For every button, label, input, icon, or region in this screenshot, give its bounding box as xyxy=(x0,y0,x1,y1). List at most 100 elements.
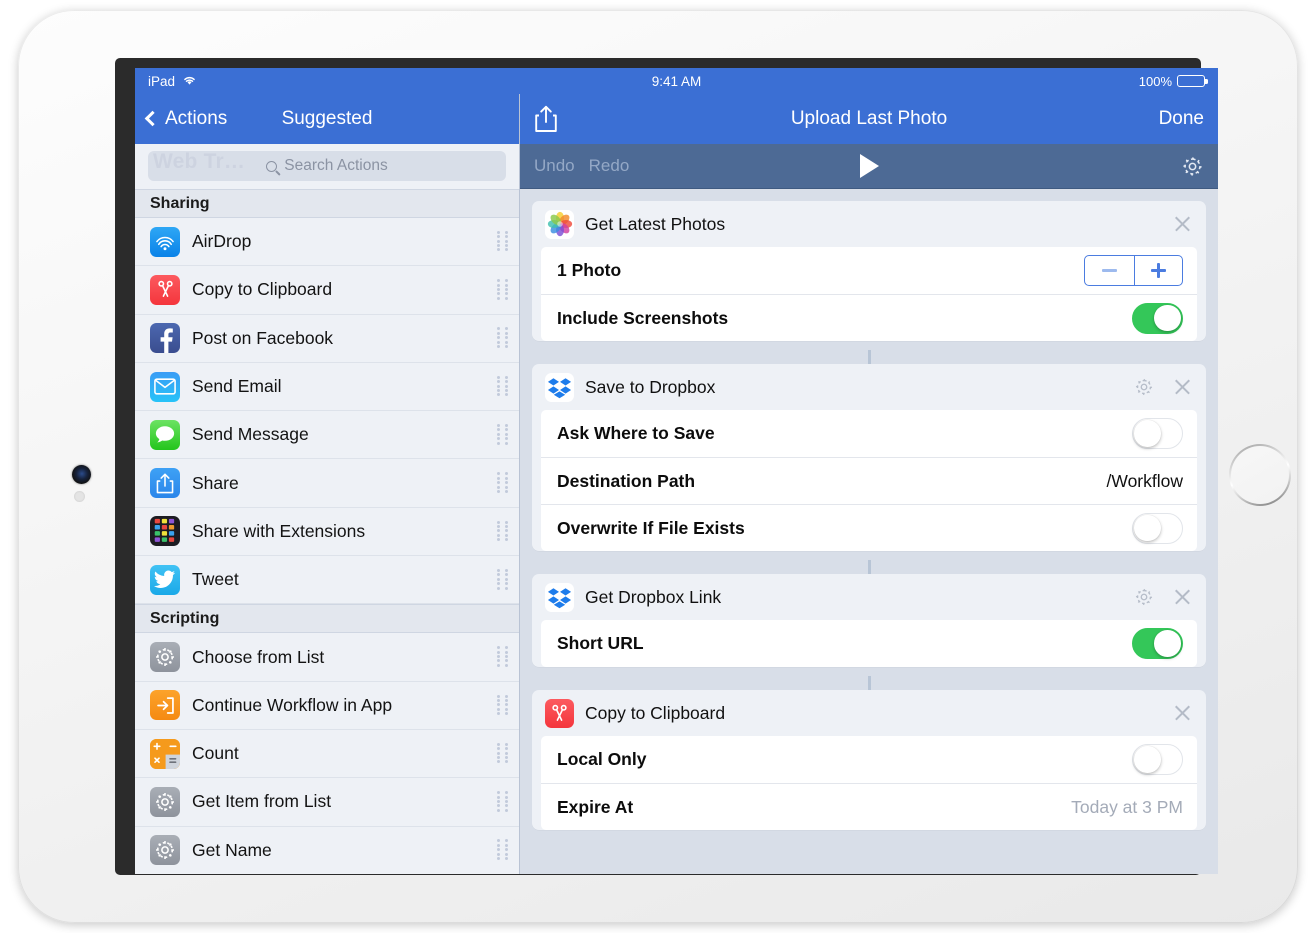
workflow-editor-pane: Upload Last Photo Done Undo Redo xyxy=(520,94,1218,874)
toggle-switch[interactable] xyxy=(1132,513,1183,544)
section-header-scripting: Scripting xyxy=(135,604,519,633)
extensions-grid-icon xyxy=(150,516,192,546)
undo-button[interactable]: Undo xyxy=(534,156,575,176)
battery-icon xyxy=(1177,75,1205,88)
airdrop-icon xyxy=(150,227,192,257)
action-row[interactable]: Post on Facebook xyxy=(135,315,519,363)
param-row[interactable]: Ask Where to Save xyxy=(541,410,1197,457)
sidebar-navbar: Actions Suggested xyxy=(135,94,519,144)
continue-arrow-icon xyxy=(150,690,192,720)
param-row[interactable]: Overwrite If File Exists xyxy=(541,504,1197,551)
workflow-card[interactable]: Get Dropbox LinkShort URL xyxy=(532,574,1206,667)
card-body: Ask Where to Save Destination Path/Workfl… xyxy=(541,410,1197,551)
gear-icon[interactable] xyxy=(1134,587,1154,607)
actions-list[interactable]: Sharing AirDrop Copy to Clipboard Post on F… xyxy=(135,189,519,874)
close-icon[interactable] xyxy=(1173,704,1192,723)
search-placeholder-label: Search Actions xyxy=(284,157,387,175)
workflow-cards-scroll[interactable]: Get Latest Photos1 Photo Include Screensh… xyxy=(520,189,1218,874)
status-bar-right: 100% xyxy=(1139,74,1205,89)
toggle-switch[interactable] xyxy=(1132,303,1183,334)
home-button[interactable] xyxy=(1229,444,1291,506)
action-label: Share xyxy=(192,473,496,494)
toggle-switch[interactable] xyxy=(1132,744,1183,775)
action-row[interactable]: Copy to Clipboard xyxy=(135,266,519,314)
drag-handle-icon[interactable] xyxy=(496,743,509,764)
param-value: Today at 3 PM xyxy=(1071,797,1183,818)
gear-icon xyxy=(150,787,192,817)
action-row[interactable]: Send Email xyxy=(135,363,519,411)
search-input[interactable]: Search Actions xyxy=(148,151,506,181)
param-row[interactable]: Short URL xyxy=(541,620,1197,667)
param-value: /Workflow xyxy=(1107,471,1184,492)
status-bar-clock: 9:41 AM xyxy=(135,74,1218,89)
param-row[interactable]: Local Only xyxy=(541,736,1197,783)
action-row[interactable]: Choose from List xyxy=(135,633,519,681)
play-icon[interactable] xyxy=(860,154,879,178)
message-bubble-icon xyxy=(150,420,192,450)
drag-handle-icon[interactable] xyxy=(496,695,509,716)
workflow-card[interactable]: Get Latest Photos1 Photo Include Screensh… xyxy=(532,201,1206,341)
back-button[interactable]: Actions xyxy=(135,108,227,130)
photos-flower-icon xyxy=(545,210,585,239)
param-label: Include Screenshots xyxy=(557,308,1132,329)
param-label: Short URL xyxy=(557,633,1132,654)
action-row[interactable]: Tweet xyxy=(135,556,519,604)
action-row[interactable]: Share with Extensions xyxy=(135,508,519,556)
action-label: Count xyxy=(192,743,496,764)
close-icon[interactable] xyxy=(1173,215,1192,234)
gear-icon[interactable] xyxy=(1134,377,1154,397)
calculator-icon xyxy=(150,739,192,769)
param-label: Ask Where to Save xyxy=(557,423,1132,444)
drag-handle-icon[interactable] xyxy=(496,840,509,861)
share-icon[interactable] xyxy=(534,104,562,134)
close-icon[interactable] xyxy=(1173,378,1192,397)
close-icon[interactable] xyxy=(1173,588,1192,607)
param-row[interactable]: Expire AtToday at 3 PM xyxy=(541,783,1197,830)
drag-handle-icon[interactable] xyxy=(496,473,509,494)
drag-handle-icon[interactable] xyxy=(496,231,509,252)
toggle-switch[interactable] xyxy=(1132,418,1183,449)
workflow-card[interactable]: Copy to ClipboardLocal OnlyExpire AtToda… xyxy=(532,690,1206,830)
drag-handle-icon[interactable] xyxy=(496,328,509,349)
status-bar-left: iPad xyxy=(148,74,197,89)
drag-handle-icon[interactable] xyxy=(496,376,509,397)
action-label: Get Item from List xyxy=(192,791,496,812)
action-row[interactable]: Send Message xyxy=(135,411,519,459)
action-label: Copy to Clipboard xyxy=(192,279,496,300)
stepper-minus-button[interactable] xyxy=(1085,256,1134,285)
card-header: Get Latest Photos xyxy=(532,201,1206,247)
twitter-bird-icon xyxy=(150,565,192,595)
toggle-switch[interactable] xyxy=(1132,628,1183,659)
gear-icon[interactable] xyxy=(1181,155,1204,178)
action-row[interactable]: Count xyxy=(135,730,519,778)
param-label: Expire At xyxy=(557,797,1071,818)
param-row[interactable]: 1 Photo xyxy=(541,247,1197,294)
action-row[interactable]: Get Item from List xyxy=(135,778,519,826)
battery-percent-label: 100% xyxy=(1139,74,1172,89)
action-row[interactable]: Continue Workflow in App xyxy=(135,682,519,730)
card-header: Copy to Clipboard xyxy=(532,690,1206,736)
param-row[interactable]: Include Screenshots xyxy=(541,294,1197,341)
search-icon xyxy=(266,161,277,172)
drag-handle-icon[interactable] xyxy=(496,279,509,300)
workflow-card[interactable]: Save to DropboxAsk Where to SaveDestinat… xyxy=(532,364,1206,551)
drag-handle-icon[interactable] xyxy=(496,569,509,590)
param-row[interactable]: Destination Path/Workflow xyxy=(541,457,1197,504)
quantity-stepper[interactable] xyxy=(1084,255,1183,286)
action-label: AirDrop xyxy=(192,231,496,252)
action-row[interactable]: AirDrop xyxy=(135,218,519,266)
done-button[interactable]: Done xyxy=(1159,108,1204,130)
action-label: Tweet xyxy=(192,569,496,590)
device-name-label: iPad xyxy=(148,74,175,89)
drag-handle-icon[interactable] xyxy=(496,424,509,445)
action-row[interactable]: Share xyxy=(135,459,519,507)
drag-handle-icon[interactable] xyxy=(496,791,509,812)
action-label: Post on Facebook xyxy=(192,328,496,349)
drag-handle-icon[interactable] xyxy=(496,647,509,668)
drag-handle-icon[interactable] xyxy=(496,521,509,542)
section-header-sharing: Sharing xyxy=(135,189,519,218)
share-icon xyxy=(150,468,192,498)
redo-button[interactable]: Redo xyxy=(589,156,630,176)
action-row[interactable]: Get Name xyxy=(135,827,519,874)
stepper-plus-button[interactable] xyxy=(1134,256,1183,285)
